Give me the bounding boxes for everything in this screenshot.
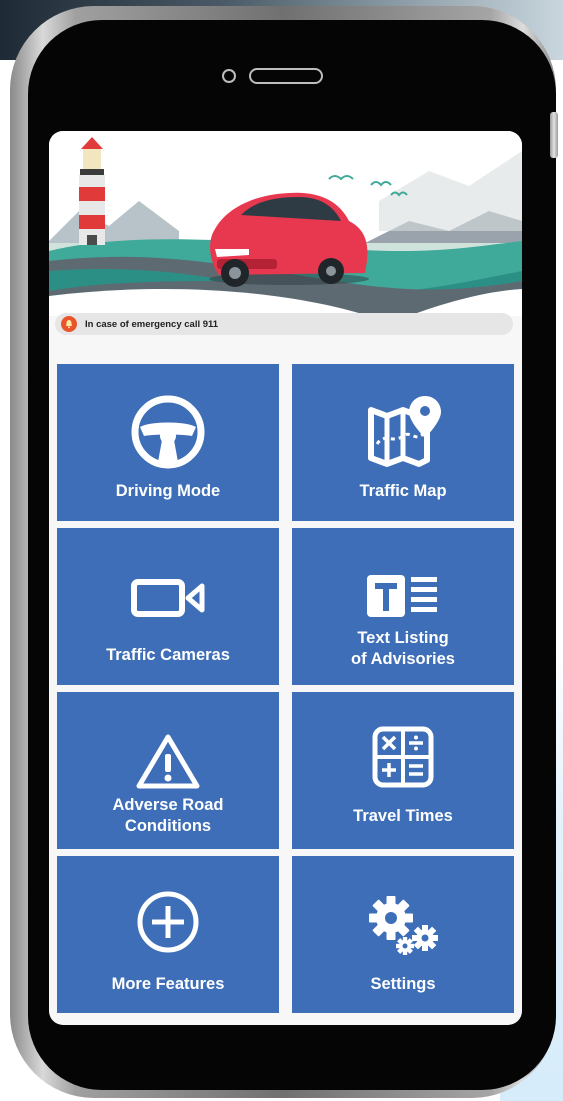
traffic-map-button[interactable]: Traffic Map: [292, 364, 514, 521]
text-listing-label-line2: of Advisories: [351, 650, 455, 668]
calculator-icon: [292, 726, 514, 788]
driving-mode-label: Driving Mode: [115, 482, 221, 500]
text-listing-button[interactable]: Text Listing of Advisories: [292, 528, 514, 685]
front-camera-icon: [222, 69, 236, 83]
traffic-map-label: Traffic Map: [359, 482, 447, 500]
text-listing-label: Text Listing of Advisories: [292, 628, 514, 670]
settings-button[interactable]: Settings: [292, 856, 514, 1013]
text-listing-label-line1: Text Listing: [357, 629, 449, 647]
app-screen: In case of emergency call 911 Driving Mo…: [49, 131, 522, 1025]
driving-mode-button[interactable]: Driving Mode: [57, 364, 279, 521]
travel-times-button[interactable]: Travel Times: [292, 692, 514, 849]
text-list-icon: [292, 573, 514, 619]
warning-icon: [57, 732, 279, 790]
traffic-cameras-label: Traffic Cameras: [106, 646, 230, 664]
adverse-road-label-line2: Conditions: [124, 817, 212, 835]
map-pin-icon: [292, 392, 514, 468]
hero-illustration: [49, 131, 522, 316]
more-features-label: More Features: [111, 975, 225, 993]
bell-icon: [61, 316, 77, 332]
plus-circle-icon: [57, 890, 279, 954]
settings-label: Settings: [370, 975, 436, 993]
steering-wheel-icon: [57, 394, 279, 470]
emergency-text: In case of emergency call 911: [85, 318, 219, 330]
travel-times-label: Travel Times: [353, 807, 453, 825]
phone-side-button: [550, 112, 558, 158]
video-camera-icon: [57, 578, 279, 618]
gears-icon: [292, 894, 514, 956]
more-features-button[interactable]: More Features: [57, 856, 279, 1013]
emergency-banner[interactable]: In case of emergency call 911: [55, 313, 513, 335]
speaker-grille: [249, 68, 323, 84]
adverse-road-conditions-button[interactable]: Adverse Road Conditions: [57, 692, 279, 849]
adverse-road-conditions-label: Adverse Road Conditions: [57, 795, 279, 837]
adverse-road-label-line1: Adverse Road: [112, 796, 224, 814]
traffic-cameras-button[interactable]: Traffic Cameras: [57, 528, 279, 685]
